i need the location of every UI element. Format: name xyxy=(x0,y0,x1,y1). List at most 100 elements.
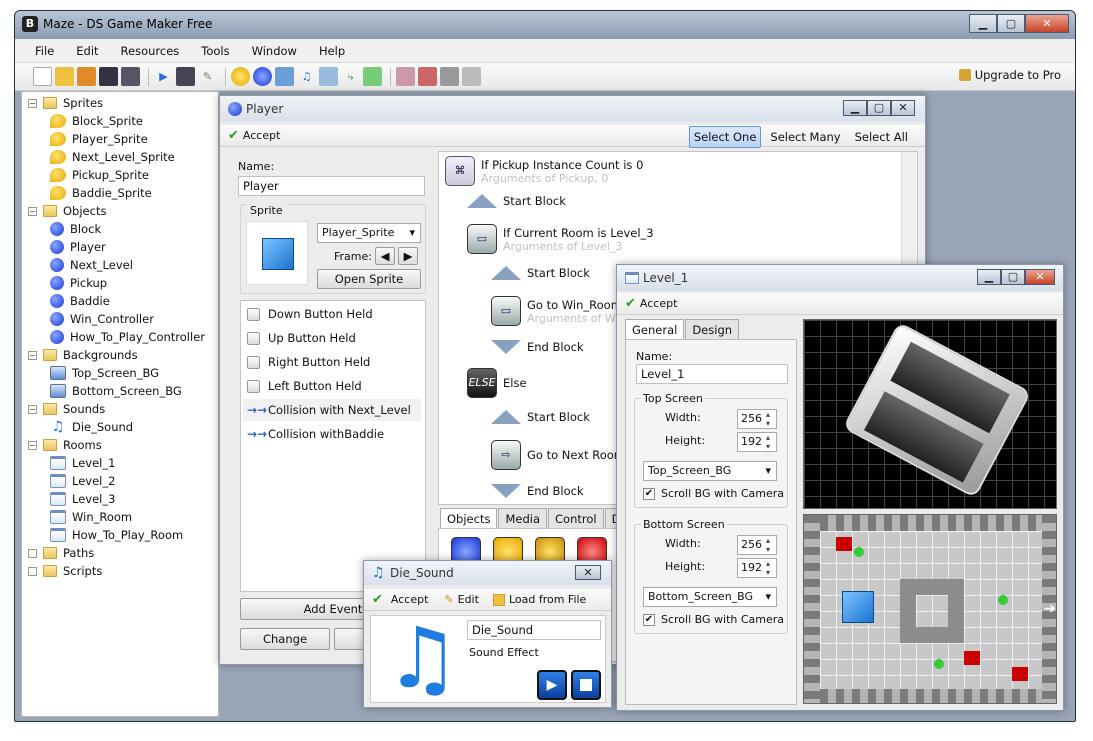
tree-item[interactable]: Block_Sprite xyxy=(50,112,143,130)
action-item[interactable]: End Block xyxy=(491,484,584,498)
edit-button[interactable]: Edit xyxy=(458,593,479,606)
event-item[interactable]: Right Button Held xyxy=(247,351,370,373)
tree-item[interactable]: Level_3 xyxy=(50,490,115,508)
pickup-instance[interactable] xyxy=(854,547,864,557)
tree-group-sprites[interactable]: − Sprites xyxy=(28,94,103,112)
wrench-icon[interactable]: ✎ xyxy=(198,67,217,86)
tree-item[interactable]: How_To_Play_Controller xyxy=(50,328,205,346)
collapse-icon[interactable]: − xyxy=(28,206,37,216)
save-icon[interactable] xyxy=(99,67,118,86)
top-height-field[interactable]: 192 xyxy=(737,432,777,452)
minimize-button[interactable]: ▁ xyxy=(977,269,1001,285)
tree-item[interactable]: Baddie xyxy=(50,292,110,310)
checkbox-checked-icon[interactable]: ✔ xyxy=(643,613,655,626)
accept-button[interactable]: Accept xyxy=(391,593,429,606)
stop-button[interactable] xyxy=(571,670,601,700)
menu-file[interactable]: File xyxy=(35,44,54,58)
pickup-instance[interactable] xyxy=(998,595,1008,605)
event-item[interactable]: →→ Collision withBaddie xyxy=(247,423,384,445)
close-button[interactable]: ✕ xyxy=(891,100,915,116)
grid-icon[interactable] xyxy=(462,67,481,86)
tree-group-backgrounds[interactable]: − Backgrounds xyxy=(28,346,138,364)
next-level-arrow-icon[interactable]: ➔ xyxy=(1044,601,1056,617)
action-item[interactable]: ⇨ Go to Next Room xyxy=(491,440,625,470)
add-sprite-icon[interactable] xyxy=(231,67,250,86)
close-button[interactable]: ✕ xyxy=(575,565,601,580)
maximize-button[interactable]: ▢ xyxy=(867,100,891,116)
baddie-instance[interactable] xyxy=(836,537,852,551)
frame-next-button[interactable]: ▶ xyxy=(398,247,418,265)
collapse-icon[interactable]: − xyxy=(28,98,37,108)
tree-item[interactable]: Pickup xyxy=(50,274,107,292)
menu-edit[interactable]: Edit xyxy=(76,44,98,58)
resources-icon[interactable] xyxy=(418,67,437,86)
tree-item[interactable]: How_To_Play_Room xyxy=(50,526,183,544)
tree-item[interactable]: Player_Sprite xyxy=(50,130,148,148)
add-room-icon[interactable] xyxy=(319,67,338,86)
maximize-button[interactable]: ▢ xyxy=(997,14,1025,33)
event-item[interactable]: Down Button Held xyxy=(247,303,373,325)
tree-item[interactable]: Win_Room xyxy=(50,508,132,526)
tree-item[interactable]: Next_Level_Sprite xyxy=(50,148,175,166)
minimize-button[interactable]: ▁ xyxy=(969,14,997,33)
sound-name-field[interactable]: Die_Sound xyxy=(467,620,601,640)
menu-tools[interactable]: Tools xyxy=(201,44,229,58)
action-item[interactable]: Start Block xyxy=(491,266,590,280)
event-item[interactable]: Up Button Held xyxy=(247,327,356,349)
action-item[interactable]: ⌘ If Pickup Instance Count is 0 Arguments… xyxy=(445,156,643,186)
add-background-icon[interactable] xyxy=(275,67,294,86)
open-icon[interactable] xyxy=(55,67,74,86)
accept-button[interactable]: Accept xyxy=(243,129,281,142)
close-button[interactable]: ✕ xyxy=(1025,14,1069,33)
tree-item[interactable]: Win_Controller xyxy=(50,310,154,328)
tree-item[interactable]: Player xyxy=(50,238,106,256)
change-button[interactable]: Change xyxy=(240,628,330,650)
close-button[interactable]: ✕ xyxy=(1025,269,1055,285)
load-from-file-button[interactable]: Load from File xyxy=(509,593,586,606)
select-many-button[interactable]: Select Many xyxy=(765,126,845,148)
action-item[interactable]: End Block xyxy=(491,340,584,354)
open-recent-icon[interactable] xyxy=(77,67,96,86)
action-item[interactable]: Start Block xyxy=(491,410,590,424)
tree-item[interactable]: Block xyxy=(50,220,101,238)
tree-item[interactable]: Level_1 xyxy=(50,454,115,472)
action-item[interactable]: ELSE Else xyxy=(467,368,527,398)
action-item[interactable]: ▭ If Current Room is Level_3 Arguments of… xyxy=(467,224,654,254)
top-screen-canvas[interactable] xyxy=(803,319,1057,509)
play-button[interactable]: ▶ xyxy=(537,670,567,700)
baddie-instance[interactable] xyxy=(1012,667,1028,681)
tree-item[interactable]: Bottom_Screen_BG xyxy=(50,382,182,400)
room-name-field[interactable]: Level_1 xyxy=(636,364,788,384)
bottom-width-field[interactable]: 256 xyxy=(737,535,777,555)
tree-item[interactable]: Pickup_Sprite xyxy=(50,166,149,184)
expander-icon[interactable] xyxy=(28,566,37,576)
event-item-selected[interactable]: →→ Collision with Next_Level xyxy=(243,399,421,421)
frame-prev-button[interactable]: ◀ xyxy=(375,247,395,265)
tree-group-paths[interactable]: Paths xyxy=(28,544,94,562)
collapse-icon[interactable]: − xyxy=(28,404,37,414)
pickup-instance[interactable] xyxy=(934,659,944,669)
tree-item[interactable]: ♫ Die_Sound xyxy=(50,418,133,436)
variables-icon[interactable] xyxy=(440,67,459,86)
checkbox-checked-icon[interactable]: ✔ xyxy=(643,487,655,500)
baddie-instance[interactable] xyxy=(964,651,980,665)
tree-group-rooms[interactable]: − Rooms xyxy=(28,436,102,454)
run-icon[interactable]: ▶ xyxy=(154,67,173,86)
menu-window[interactable]: Window xyxy=(252,44,297,58)
tree-item[interactable]: Top_Screen_BG xyxy=(50,364,159,382)
bottom-height-field[interactable]: 192 xyxy=(737,558,777,578)
tree-item[interactable]: Baddie_Sprite xyxy=(50,184,152,202)
tree-group-sounds[interactable]: − Sounds xyxy=(28,400,105,418)
collapse-icon[interactable]: − xyxy=(28,440,37,450)
player-instance[interactable] xyxy=(842,591,874,623)
accept-button[interactable]: Accept xyxy=(640,297,678,310)
tab-media[interactable]: Media xyxy=(498,508,547,529)
collapse-icon[interactable]: − xyxy=(28,350,37,360)
bottom-scroll-option[interactable]: ✔ Scroll BG with Camera xyxy=(643,613,784,626)
tab-control[interactable]: Control xyxy=(548,508,604,529)
action-item[interactable]: ▭ Go to Win_Room Arguments of Win xyxy=(491,296,626,326)
maximize-button[interactable]: ▢ xyxy=(1001,269,1025,285)
action-item[interactable]: Start Block xyxy=(467,194,566,208)
add-object-icon[interactable] xyxy=(253,67,272,86)
minimize-button[interactable]: ▁ xyxy=(843,100,867,116)
